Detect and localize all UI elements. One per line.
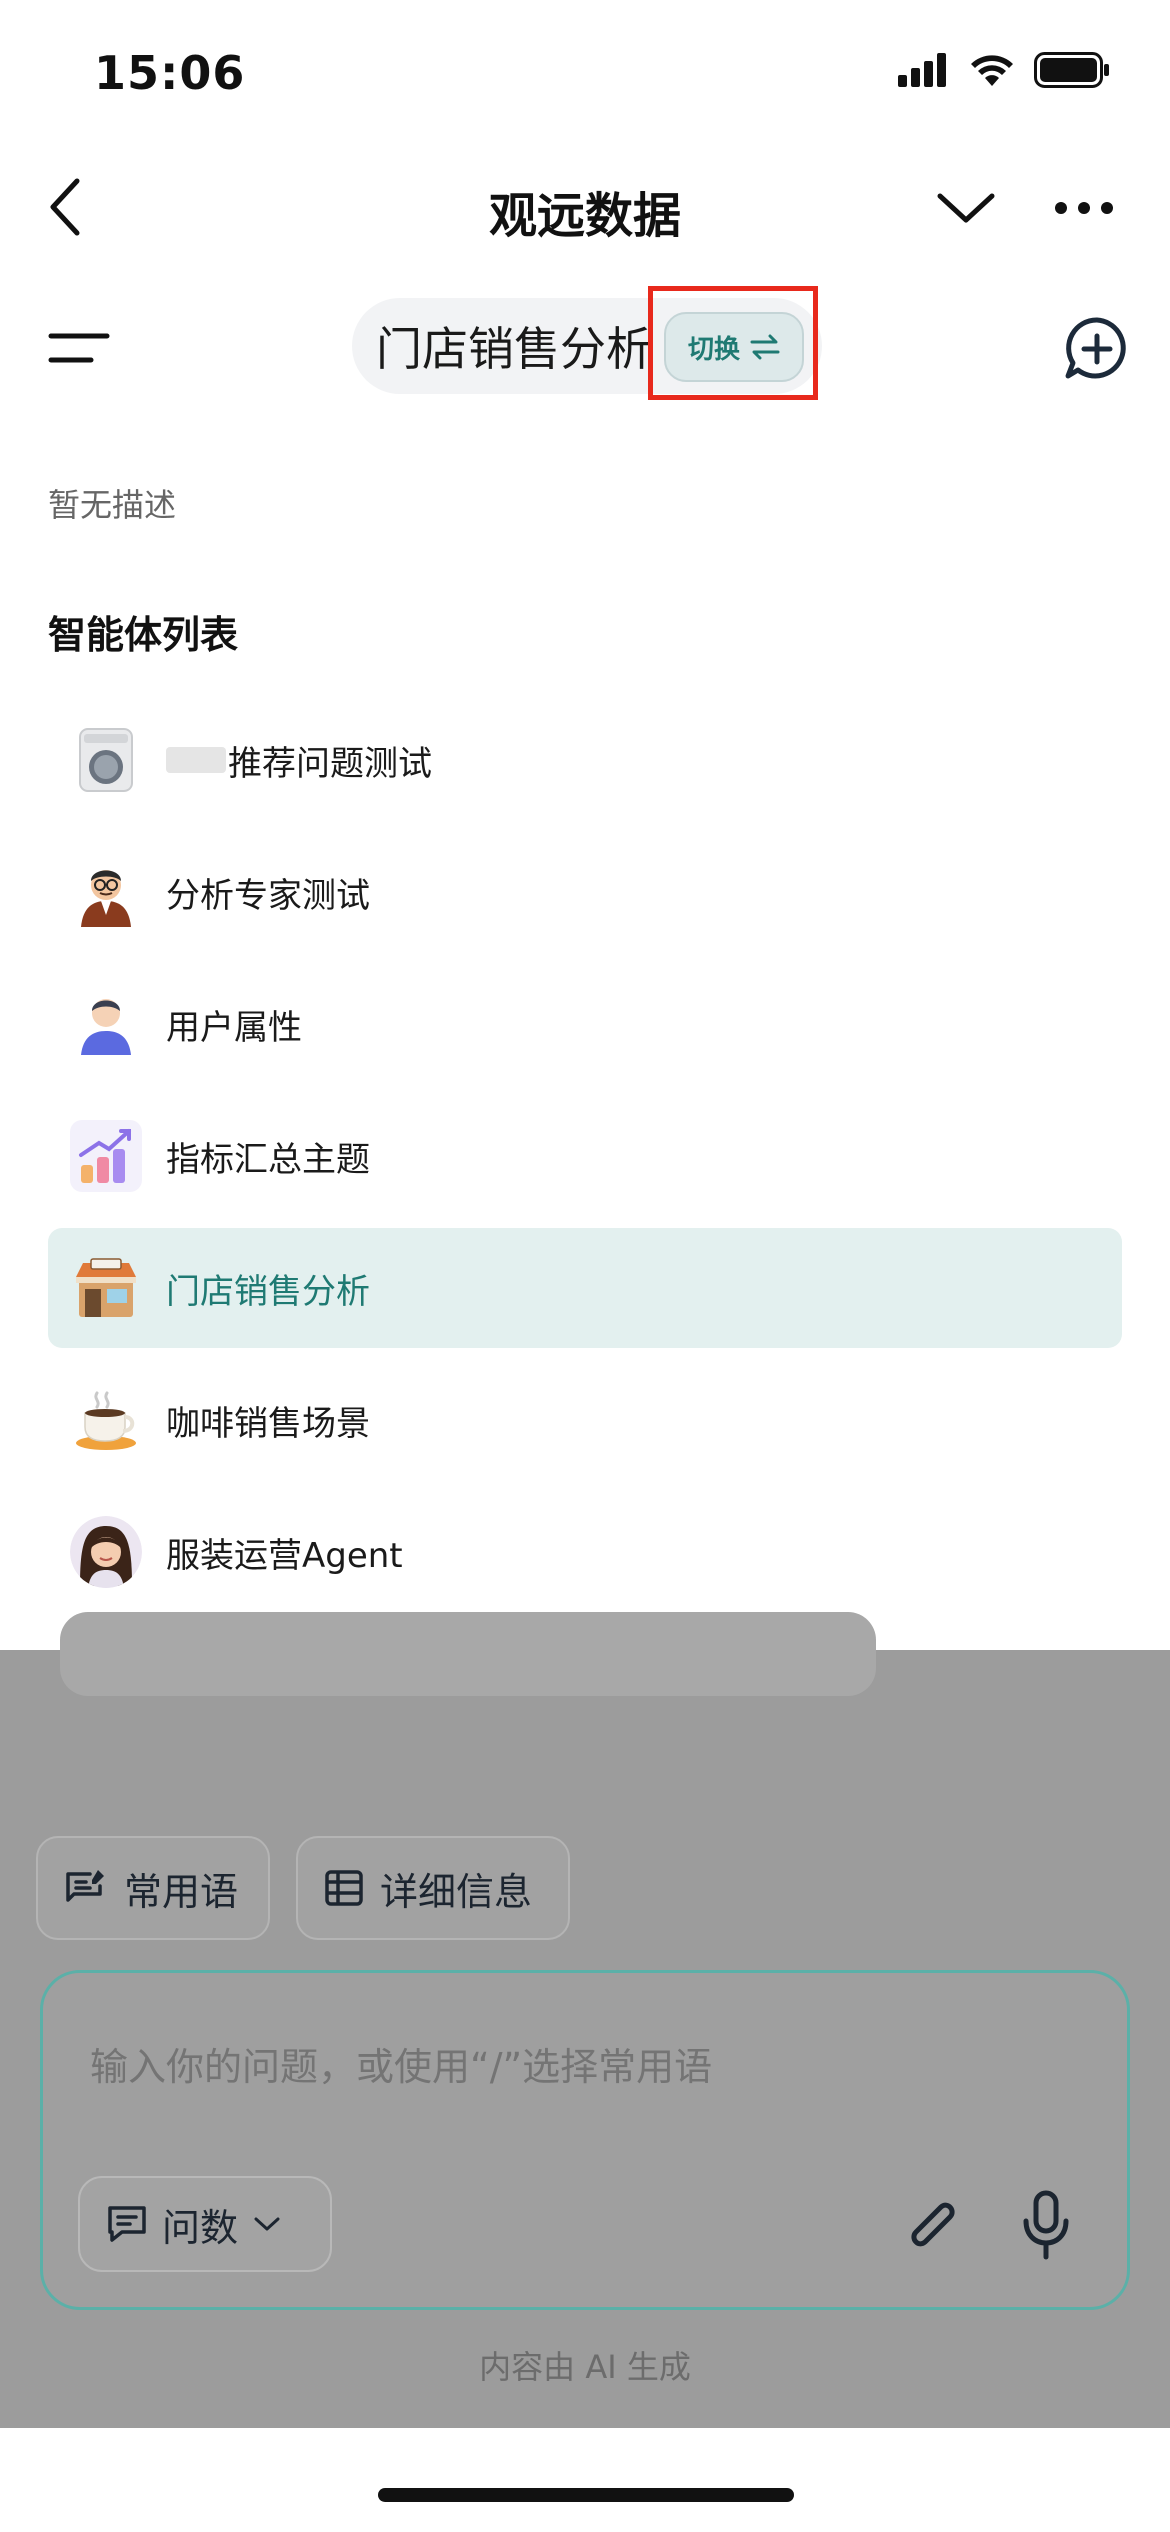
wifi-icon — [971, 55, 1013, 86]
mode-select[interactable]: 问数 — [78, 2176, 332, 2272]
shop-icon — [70, 1252, 142, 1324]
agent-item[interactable]: 推荐问题测试 — [48, 700, 1122, 820]
coffee-cup-icon — [70, 1384, 142, 1456]
washing-machine-icon — [70, 724, 142, 796]
home-indicator[interactable] — [378, 2488, 794, 2502]
chevron-down-icon — [937, 193, 995, 223]
mode-label: 问数 — [162, 2205, 239, 2250]
agent-item[interactable]: 指标汇总主题 — [48, 1096, 1122, 1216]
voice-input-button[interactable] — [1006, 2180, 1086, 2270]
agent-label: 推荐问题测试 — [228, 743, 432, 784]
agent-label: 用户属性 — [166, 1007, 302, 1048]
menu-button[interactable] — [44, 328, 114, 368]
agent-label: 分析专家测试 — [166, 875, 370, 916]
more-button[interactable] — [1052, 188, 1116, 228]
microphone-icon — [1023, 2190, 1069, 2260]
redacted-text — [166, 747, 226, 773]
woman-avatar-icon — [70, 1516, 142, 1588]
agent-item-active[interactable]: 门店销售分析 — [48, 1228, 1122, 1348]
expert-avatar-icon — [70, 856, 142, 928]
status-time: 15:06 — [94, 46, 246, 100]
details-label: 详细信息 — [380, 1869, 533, 1914]
chat-bubble-icon — [108, 2206, 146, 2242]
agent-label: 服装运营Agent — [166, 1535, 403, 1576]
chevron-down-icon — [254, 2217, 280, 2231]
agent-list: 推荐问题测试 分析专家测试 用户属性 指标汇总主题 门店销售分析 咖啡销售场景 … — [48, 700, 1122, 1624]
agent-label: 指标汇总主题 — [166, 1139, 370, 1180]
battery-icon — [1034, 52, 1109, 88]
agent-item[interactable]: 分析专家测试 — [48, 832, 1122, 952]
chat-plus-icon — [1065, 317, 1126, 379]
agent-item[interactable]: 服装运营Agent — [48, 1492, 1122, 1612]
more-horizontal-icon — [1055, 202, 1113, 214]
menu-icon — [48, 333, 110, 363]
agent-item[interactable]: 用户属性 — [48, 964, 1122, 1084]
agent-description: 暂无描述 — [48, 486, 177, 524]
section-title: 智能体列表 — [48, 613, 239, 657]
current-agent-name: 门店销售分析 — [376, 322, 652, 376]
highlight-annotation-box — [648, 286, 818, 400]
new-chat-button[interactable] — [1062, 314, 1132, 384]
agent-item[interactable]: 咖啡销售场景 — [48, 1360, 1122, 1480]
user-avatar-icon — [70, 988, 142, 1060]
cellular-signal-icon — [898, 53, 946, 87]
suggestion-pill-dimmed — [60, 1612, 876, 1696]
phrase-edit-icon — [66, 1870, 104, 1902]
table-list-icon — [325, 1870, 363, 1906]
paperclip-icon — [911, 2202, 955, 2247]
chart-growth-icon — [70, 1120, 142, 1192]
details-button[interactable]: 详细信息 — [296, 1836, 570, 1940]
common-phrases-button[interactable]: 常用语 — [36, 1836, 270, 1940]
attach-button[interactable] — [892, 2186, 972, 2266]
question-input-placeholder: 输入你的问题，或使用“/”选择常用语 — [90, 2045, 713, 2089]
common-phrases-label: 常用语 — [124, 1869, 239, 1914]
agent-label: 咖啡销售场景 — [166, 1403, 370, 1444]
status-icons — [898, 52, 1110, 88]
dropdown-button[interactable] — [934, 180, 998, 236]
agent-label: 门店销售分析 — [166, 1271, 370, 1312]
ai-generated-note: 内容由 AI 生成 — [479, 2348, 691, 2386]
